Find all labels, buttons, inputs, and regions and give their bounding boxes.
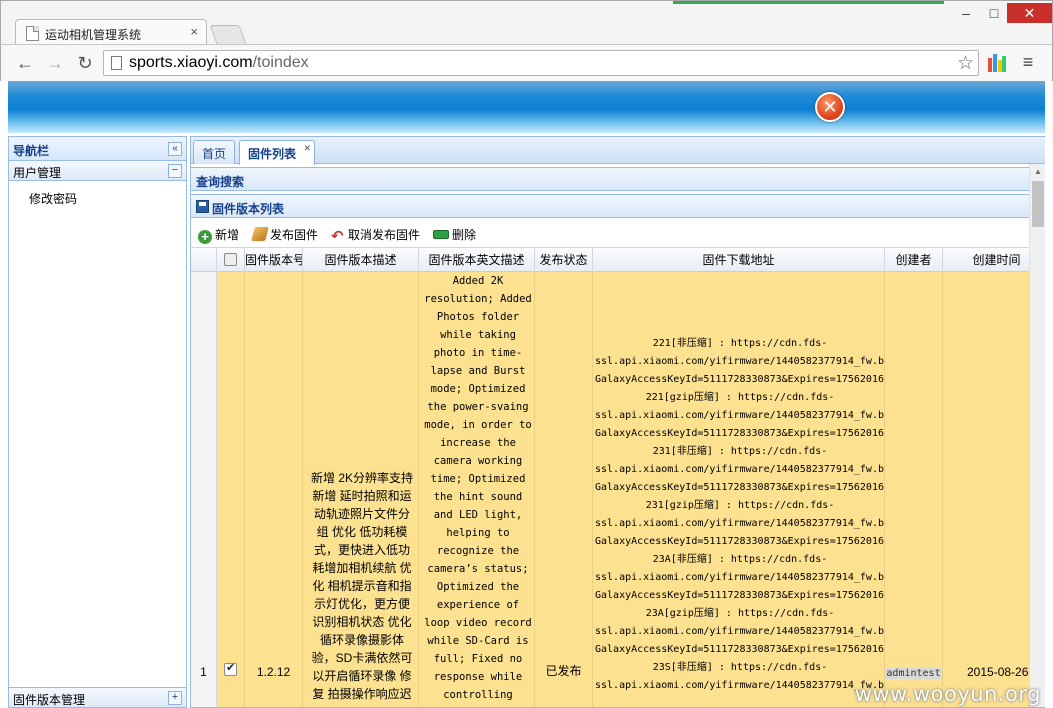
cell-version: 1.2.12 <box>245 272 303 707</box>
row-checkbox[interactable] <box>224 661 237 676</box>
delete-button[interactable]: 删除 <box>433 226 476 243</box>
collapse-icon[interactable]: « <box>168 142 182 156</box>
cell-status: 已发布 <box>535 272 593 707</box>
cell-checkbox[interactable] <box>217 272 245 707</box>
desc-text: 新增 2K分辨率支持 新增 延时拍照和运动轨迹照片文件分组 优化 低功耗模式，更… <box>310 471 413 701</box>
browser-toolbar: ← → ↻ sports.xiaoyi.com/toindex ☆ ≡ <box>0 44 1053 81</box>
cell-download-url: 221[非压缩] : https://cdn.fds-ssl.api.xiaom… <box>593 272 885 707</box>
minimize-button[interactable]: – <box>951 3 981 23</box>
undo-icon: ↶ <box>331 228 344 245</box>
grid-header: 固件版本号 固件版本描述 固件版本英文描述 发布状态 固件下载地址 创建者 创建… <box>191 247 1030 272</box>
header-rownum <box>191 248 217 272</box>
select-all-checkbox[interactable] <box>224 253 237 266</box>
url-list: 221[非压缩] : https://cdn.fds-ssl.api.xiaom… <box>595 338 884 691</box>
publish-button[interactable]: 发布固件 <box>251 226 318 243</box>
pencil-icon <box>251 227 269 241</box>
desc-en-text: Added 2K resolution; Added Photos folder… <box>424 275 532 701</box>
extension-icon[interactable] <box>988 54 1006 72</box>
address-bar[interactable]: sports.xiaoyi.com/toindex ☆ <box>103 50 979 76</box>
header-creator[interactable]: 创建者 <box>885 248 943 272</box>
nav-title: 导航栏 <box>13 144 50 158</box>
header-version[interactable]: 固件版本号 <box>245 248 303 272</box>
add-button[interactable]: + 新增 <box>198 226 239 244</box>
header-desc-en[interactable]: 固件版本英文描述 <box>419 248 535 272</box>
vertical-scrollbar[interactable]: ▲ <box>1029 164 1045 707</box>
scroll-thumb[interactable] <box>1032 181 1044 227</box>
table-row[interactable]: 1 1.2.12 新增 2K分辨率支持 新增 延时拍照和运动轨迹照片文件分组 优… <box>191 272 1030 707</box>
list-panel-header: 固件版本列表 <box>191 194 1030 218</box>
browser-titlebar: 运动相机管理系统 × – □ ✕ <box>0 0 1053 46</box>
page-icon <box>111 56 122 70</box>
page-icon <box>26 26 39 41</box>
close-window-button[interactable]: ✕ <box>1007 3 1052 23</box>
firmware-grid: 固件版本号 固件版本描述 固件版本英文描述 发布状态 固件下载地址 创建者 创建… <box>191 247 1030 707</box>
header-status[interactable]: 发布状态 <box>535 248 593 272</box>
close-tab-icon[interactable]: × <box>190 24 198 39</box>
tab-firmware-list[interactable]: 固件列表 ✕ <box>239 140 315 165</box>
header-select-all[interactable] <box>217 248 245 272</box>
list-panel-title: 固件版本列表 <box>212 202 285 216</box>
new-tab-button[interactable] <box>209 25 247 44</box>
nav-item-change-password[interactable]: 修改密码 <box>29 190 77 207</box>
accordion-firmware-mgmt[interactable]: 固件版本管理 + <box>9 687 186 707</box>
minus-icon[interactable]: − <box>168 164 182 178</box>
cell-created: 2015-08-26 <box>967 665 1029 679</box>
nav-panel: 导航栏 « 用户管理 − 修改密码 固件版本管理 + <box>8 136 187 708</box>
cell-creator: admintest <box>885 272 943 707</box>
cell-rownum: 1 <box>191 272 217 707</box>
header-download-url[interactable]: 固件下载地址 <box>593 248 885 272</box>
reload-icon[interactable]: ↻ <box>73 51 97 75</box>
save-icon <box>196 200 209 213</box>
grid-toolbar: + 新增 发布固件 ↶ 取消发布固件 删除 <box>191 219 1030 247</box>
content-tabs: 首页 固件列表 ✕ <box>191 137 1045 165</box>
scroll-up-icon[interactable]: ▲ <box>1030 164 1045 180</box>
logout-close-icon[interactable]: ✕ <box>815 92 845 122</box>
back-arrow-icon[interactable]: ← <box>13 51 37 75</box>
accordion-title: 用户管理 <box>13 166 62 180</box>
tab-home[interactable]: 首页 <box>193 140 235 164</box>
accordion-user-mgmt[interactable]: 用户管理 − <box>9 161 186 181</box>
plus-icon[interactable]: + <box>168 691 182 705</box>
header-created[interactable]: 创建时间 <box>943 248 1030 272</box>
header-banner: ✕ <box>8 81 1045 133</box>
header-desc[interactable]: 固件版本描述 <box>303 248 419 272</box>
content-panel: 首页 固件列表 ✕ 查询搜索 固件版本列表 + 新增 发布固件 ↶ 取消发布固件 删… <box>190 136 1045 708</box>
watermark: www.wooyun.org <box>854 682 1041 706</box>
plus-icon: + <box>198 230 212 244</box>
delete-icon <box>433 230 449 239</box>
unpublish-button[interactable]: ↶ 取消发布固件 <box>331 226 420 244</box>
search-panel-title: 查询搜索 <box>196 175 245 189</box>
loading-indicator <box>673 1 944 4</box>
close-icon[interactable]: ✕ <box>303 143 311 154</box>
tab-label: 固件列表 <box>248 147 297 161</box>
url-text: sports.xiaoyi.com/toindex <box>129 54 309 71</box>
nav-header: 导航栏 « <box>9 137 186 161</box>
tab-title: 运动相机管理系统 <box>45 28 142 42</box>
browser-tab[interactable]: 运动相机管理系统 × <box>15 19 207 46</box>
menu-icon[interactable]: ≡ <box>1019 53 1037 71</box>
page: ✕ 导航栏 « 用户管理 − 修改密码 固件版本管理 + 首页 固件列表 ✕ 查… <box>8 81 1045 708</box>
cell-desc-en: Added 2K resolution; Added Photos folder… <box>419 272 535 707</box>
search-panel-header[interactable]: 查询搜索 <box>191 167 1030 191</box>
bookmark-star-icon[interactable]: ☆ <box>957 52 974 75</box>
cell-desc: 新增 2K分辨率支持 新增 延时拍照和运动轨迹照片文件分组 优化 低功耗模式，更… <box>303 272 419 707</box>
accordion-title: 固件版本管理 <box>13 693 86 707</box>
forward-arrow-icon[interactable]: → <box>43 51 67 75</box>
maximize-button[interactable]: □ <box>981 3 1007 23</box>
